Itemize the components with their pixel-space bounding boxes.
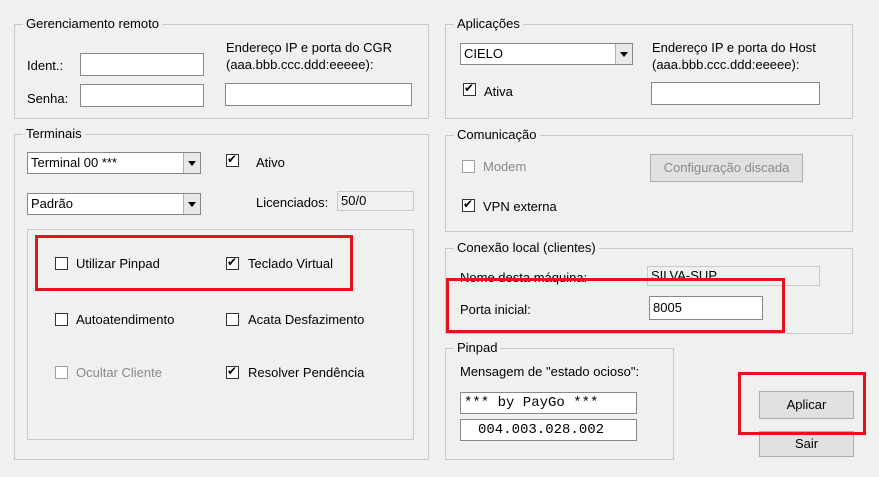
resolver-pendencia-checkbox[interactable]: [226, 364, 239, 379]
vpn-checkbox[interactable]: [462, 197, 475, 212]
modem-checkbox: [462, 160, 475, 173]
host-address-label-line2: (aaa.bbb.ccc.ddd:eeeee):: [652, 57, 800, 72]
host-address-input[interactable]: [651, 82, 820, 105]
idle-message-label: Mensagem de "estado ocioso":: [460, 364, 640, 379]
terminals-legend: Terminais: [23, 126, 85, 141]
autoatendimento-checkbox[interactable]: [55, 313, 68, 326]
applications-legend: Aplicações: [454, 16, 523, 31]
idle-message-line1-input[interactable]: *** by PayGo ***: [460, 392, 637, 414]
application-select-value: CIELO: [464, 46, 504, 61]
highlight-apply-button: [738, 372, 866, 435]
cgr-address-label-line1: Endereço IP e porta do CGR: [226, 40, 392, 55]
acata-desfazimento-label: Acata Desfazimento: [248, 312, 365, 327]
terminal-mode-select[interactable]: Padrão: [27, 193, 201, 215]
communication-group: Comunicação: [445, 127, 853, 232]
acata-desfazimento-checkbox[interactable]: [226, 313, 239, 326]
cgr-address-input[interactable]: [225, 83, 412, 106]
cgr-address-label-line2: (aaa.bbb.ccc.ddd:eeeee):: [226, 57, 374, 72]
ativa-label: Ativa: [484, 84, 513, 99]
pinpad-legend: Pinpad: [454, 340, 501, 355]
licenciados-label: Licenciados:: [256, 195, 329, 210]
ident-label: Ident.:: [27, 58, 64, 73]
highlight-pinpad-options: [35, 235, 353, 291]
terminal-select-value: Terminal 00 ***: [31, 155, 117, 170]
senha-input[interactable]: [80, 84, 204, 107]
senha-label: Senha:: [27, 91, 69, 106]
chevron-down-icon[interactable]: [183, 153, 200, 173]
terminal-mode-select-value: Padrão: [31, 196, 73, 211]
terminal-select[interactable]: Terminal 00 ***: [27, 152, 201, 174]
communication-legend: Comunicação: [454, 127, 540, 142]
remote-management-legend: Gerenciamento remoto: [23, 16, 162, 31]
chevron-down-icon[interactable]: [183, 194, 200, 214]
ocultar-cliente-checkbox: [55, 366, 68, 379]
ident-input[interactable]: [80, 53, 204, 76]
host-address-label-line1: Endereço IP e porta do Host: [652, 40, 816, 55]
modem-label: Modem: [483, 159, 527, 174]
ativa-checkbox[interactable]: [463, 81, 476, 96]
ativo-checkbox[interactable]: [226, 152, 239, 167]
resolver-pendencia-label: Resolver Pendência: [248, 365, 365, 380]
dialup-config-button: Configuração discada: [650, 154, 803, 182]
ocultar-cliente-label: Ocultar Cliente: [76, 365, 162, 380]
highlight-port-input: [446, 278, 785, 333]
chevron-down-icon[interactable]: [615, 44, 632, 64]
ativo-label: Ativo: [256, 155, 285, 170]
vpn-label: VPN externa: [483, 199, 557, 214]
licenciados-value: 50/0: [337, 191, 414, 211]
application-select[interactable]: CIELO: [460, 43, 633, 65]
autoatendimento-label: Autoatendimento: [76, 312, 175, 327]
local-connection-legend: Conexão local (clientes): [454, 240, 599, 255]
idle-message-line2-input[interactable]: 004.003.028.002: [460, 419, 637, 441]
